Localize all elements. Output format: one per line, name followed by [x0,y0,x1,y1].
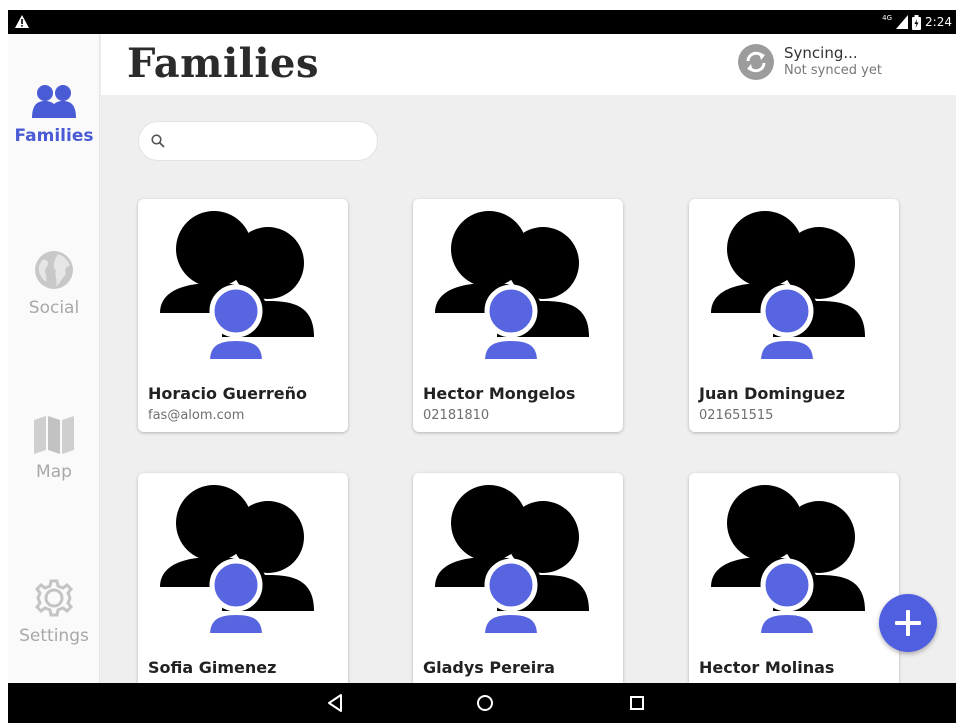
map-icon [34,416,74,454]
status-right: 4G 2:24 [882,13,952,31]
sidebar-item-label: Social [28,298,80,318]
search-input[interactable] [175,133,355,149]
family-card[interactable]: Hector Molinas [689,473,899,693]
family-avatar-icon [427,205,597,365]
search-bar[interactable] [138,121,378,161]
family-name: Hector Molinas [699,658,835,677]
family-avatar-icon [427,479,597,639]
sync-text: Syncing... Not synced yet [784,44,882,80]
back-icon[interactable] [323,691,347,715]
family-detail: 021651515 [699,408,774,423]
family-detail: 02181810 [423,408,490,423]
sidebar-item-map[interactable]: Map [8,416,100,482]
family-detail: fas@alom.com [148,408,245,423]
app-header: Families Syncing... Not synced yet [101,34,956,95]
sync-subtitle: Not synced yet [784,63,882,78]
home-icon[interactable] [473,691,497,715]
device-screen: 4G 2:24 Families Social Map Settings Fam… [8,10,956,723]
system-nav-bar [8,683,956,723]
family-card[interactable]: Horacio Guerreño fas@alom.com [138,199,348,432]
family-name: Gladys Pereira [423,658,555,677]
sidebar-item-label: Settings [19,626,89,646]
family-name: Juan Dominguez [699,384,845,403]
family-avatar-icon [152,205,322,365]
plus-icon [895,610,921,636]
sidebar-item-label: Map [36,462,72,482]
family-card[interactable]: Hector Mongelos 02181810 [413,199,623,432]
sync-title: Syncing... [784,44,858,62]
family-card[interactable]: Juan Dominguez 021651515 [689,199,899,432]
family-name: Hector Mongelos [423,384,576,403]
battery-icon [912,14,922,30]
family-avatar-icon [703,479,873,639]
sidebar-item-settings[interactable]: Settings [8,578,100,646]
sidebar: Families Social Map Settings [8,34,100,683]
add-family-button[interactable] [879,594,937,652]
search-icon [151,134,165,148]
families-icon [32,85,76,118]
family-avatar-icon [152,479,322,639]
sidebar-item-label: Families [14,126,94,146]
page-title: Families [127,40,320,87]
status-bar: 4G 2:24 [8,10,956,34]
family-card[interactable]: Gladys Pereira [413,473,623,693]
clock: 2:24 [925,15,952,29]
sidebar-item-families[interactable]: Families [8,84,100,146]
family-name: Sofia Gimenez [148,658,277,677]
gear-icon [35,579,73,617]
network-type: 4G [882,14,893,22]
family-name: Horacio Guerreño [148,384,307,403]
sync-status[interactable]: Syncing... Not synced yet [738,44,882,80]
globe-icon [35,251,73,289]
family-avatar-icon [703,205,873,365]
family-card[interactable]: Sofia Gimenez [138,473,348,693]
signal-icon [896,15,909,29]
recents-icon[interactable] [625,691,649,715]
sync-icon [738,44,774,80]
sidebar-item-social[interactable]: Social [8,250,100,318]
warning-icon [15,15,29,28]
